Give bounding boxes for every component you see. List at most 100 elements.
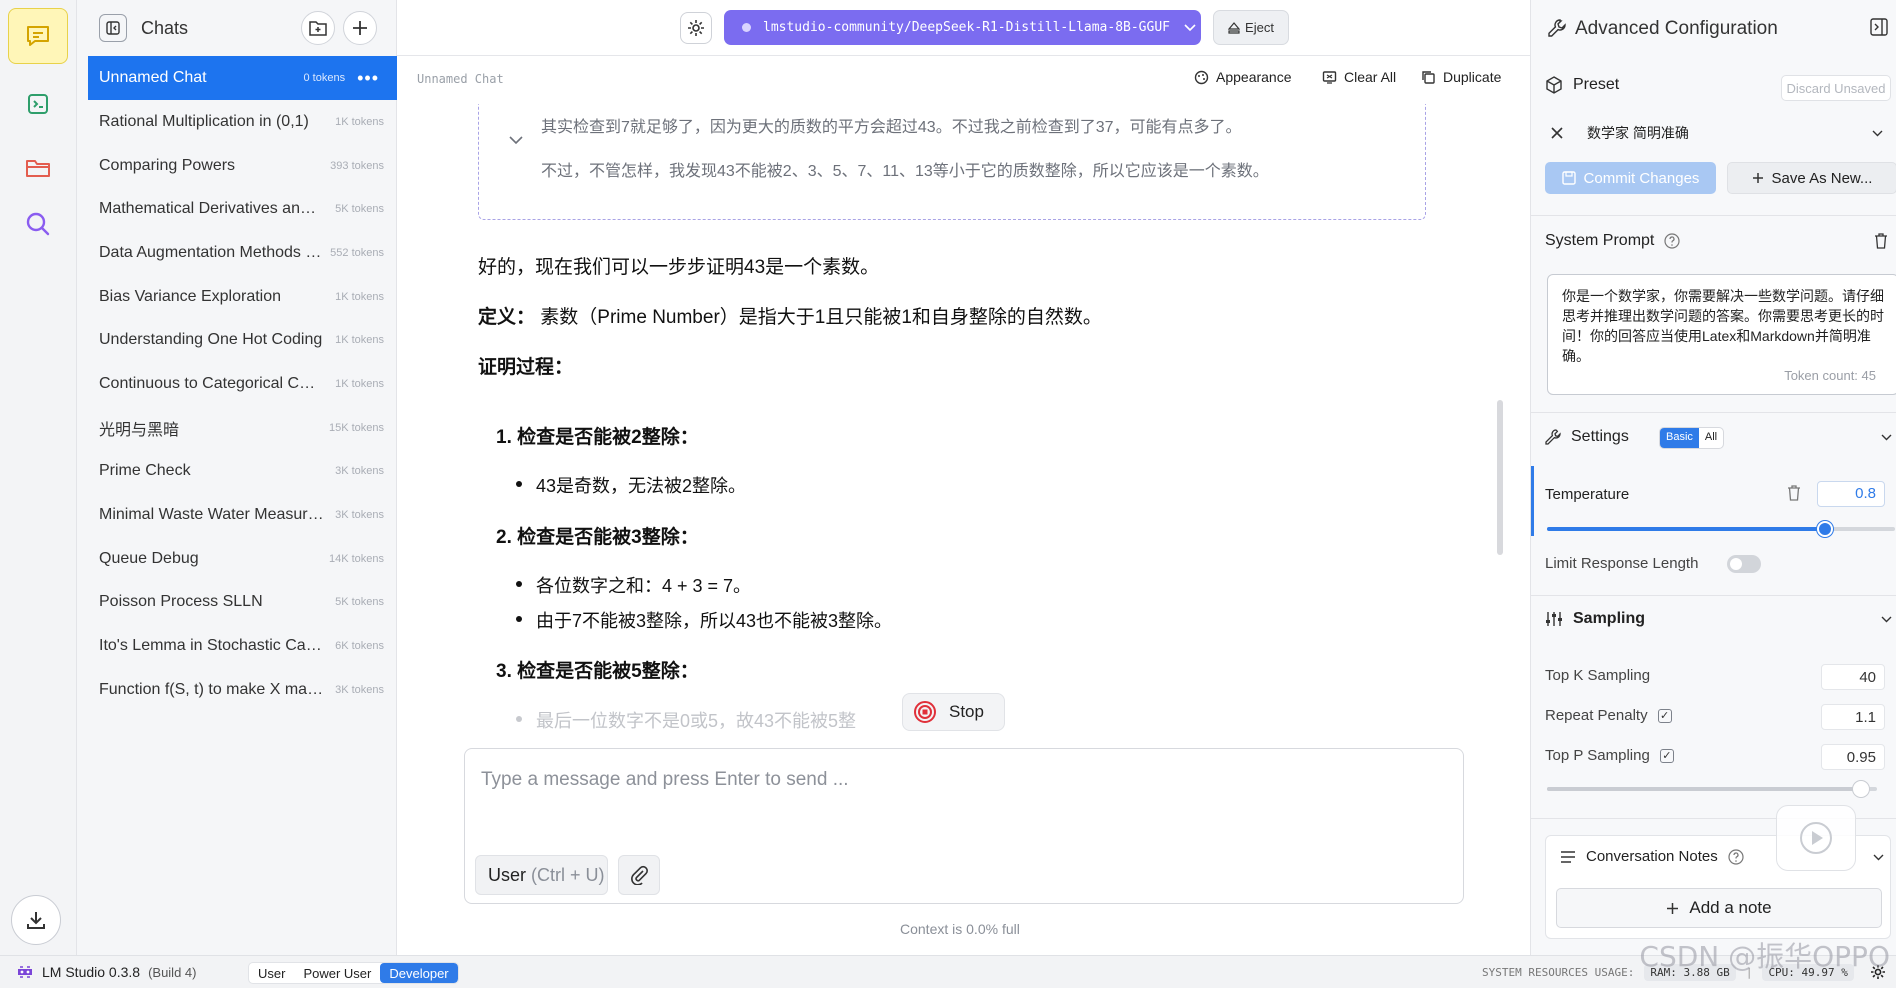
chevron-down-icon[interactable]: [1881, 434, 1892, 441]
chat-item[interactable]: Minimal Waste Water Measurement 3K tokens: [77, 493, 396, 537]
settings-mode-toggle[interactable]: Basic All: [1659, 427, 1725, 449]
chat-item-label: Understanding One Hot Coding: [99, 331, 323, 349]
sampling-header[interactable]: Sampling: [1545, 610, 1645, 628]
model-selector[interactable]: lmstudio-community/DeepSeek-R1-Distill-L…: [724, 10, 1201, 45]
trash-icon[interactable]: [1874, 233, 1888, 249]
add-note-button[interactable]: Add a note: [1556, 888, 1882, 928]
message-input[interactable]: Type a message and press Enter to send .…: [481, 769, 849, 791]
eject-label: Eject: [1245, 20, 1274, 35]
chevron-down-icon: [1872, 130, 1883, 136]
settings-header[interactable]: Settings: [1545, 428, 1629, 446]
lm-studio-logo-icon: [18, 966, 32, 978]
temperature-slider-knob[interactable]: [1817, 521, 1834, 537]
chat-item[interactable]: 光明与黑暗 15K tokens: [77, 406, 396, 450]
clear-chat-icon: [1322, 70, 1337, 84]
temperature-input[interactable]: 0.8: [1817, 481, 1885, 507]
chevron-down-icon[interactable]: [1873, 854, 1884, 861]
role-toggle-button[interactable]: User (Ctrl + U): [475, 855, 608, 895]
topp-input[interactable]: 0.95: [1821, 744, 1885, 770]
messages-scrollbar[interactable]: [1497, 400, 1503, 555]
commit-changes-button[interactable]: Commit Changes: [1545, 162, 1716, 194]
seg-basic[interactable]: Basic: [1660, 428, 1699, 448]
save-as-new-button[interactable]: Save As New...: [1727, 162, 1896, 194]
chevron-down-icon[interactable]: [509, 136, 523, 145]
topp-label: Top P Sampling: [1545, 747, 1650, 764]
preset-select[interactable]: 数学家 简明准确: [1575, 117, 1895, 149]
topk-input[interactable]: 40: [1821, 664, 1885, 690]
chat-item[interactable]: Data Augmentation Methods Overview 552 to…: [77, 231, 396, 275]
seg-all[interactable]: All: [1699, 428, 1723, 448]
proof-step: 2. 检查是否能被3整除：: [496, 527, 699, 548]
new-folder-button[interactable]: [301, 11, 335, 45]
chat-item-tokens: 1K tokens: [335, 115, 384, 128]
chat-item-label: Minimal Waste Water Measurement: [99, 506, 324, 524]
notes-label: Conversation Notes: [1586, 848, 1718, 865]
developer-mode-button[interactable]: [8, 76, 68, 132]
topp-slider-knob[interactable]: [1852, 781, 1869, 797]
divider: [1531, 412, 1896, 413]
new-chat-button[interactable]: [343, 11, 377, 45]
proof-heading: 证明过程：: [478, 352, 573, 379]
limit-length-toggle[interactable]: [1727, 555, 1761, 573]
help-icon[interactable]: [1728, 848, 1744, 865]
notes-header[interactable]: Conversation Notes: [1560, 848, 1744, 865]
trash-icon[interactable]: [1787, 485, 1801, 501]
temperature-slider[interactable]: [1547, 521, 1895, 537]
appearance-button[interactable]: Appearance: [1194, 69, 1292, 85]
downloads-button[interactable]: [11, 895, 61, 945]
chat-mode-button[interactable]: [8, 8, 68, 64]
message-composer[interactable]: Type a message and press Enter to send .…: [464, 748, 1464, 904]
chat-item[interactable]: Function f(S, t) to make X martingale 3K …: [77, 668, 396, 712]
temperature-slider-fill: [1547, 527, 1826, 531]
chat-item-tokens: 6K tokens: [335, 640, 384, 653]
repeat-penalty-label: Repeat Penalty: [1545, 707, 1648, 724]
close-panel-icon[interactable]: [1870, 18, 1888, 36]
chat-item[interactable]: Poisson Process SLLN 5K tokens: [77, 581, 396, 625]
chat-item[interactable]: Queue Debug 14K tokens: [77, 537, 396, 581]
discard-unsaved-button[interactable]: Discard Unsaved: [1781, 75, 1891, 101]
help-icon[interactable]: [1664, 233, 1680, 249]
chevron-down-icon[interactable]: [1881, 616, 1892, 623]
system-prompt-textarea[interactable]: 你是一个数学家，你需要解决一些数学问题。请仔细思考并推理出数学问题的答案。你需要…: [1547, 274, 1896, 395]
duplicate-button[interactable]: Duplicate: [1421, 69, 1501, 85]
ui-mode-switcher[interactable]: User Power User Developer: [248, 962, 459, 984]
stop-generation-button[interactable]: Stop: [902, 693, 1005, 731]
clear-all-button[interactable]: Clear All: [1322, 69, 1396, 85]
chat-item[interactable]: Ito's Lemma in Stochastic Calculus 6K tok…: [77, 624, 396, 668]
chat-item[interactable]: Continuous to Categorical Conversion 1K t…: [77, 362, 396, 406]
topp-slider[interactable]: [1547, 781, 1877, 797]
message-area[interactable]: 其实检查到7就足够了，因为更大的质数的平方会超过43。不过我之前检查到了37，可…: [460, 104, 1460, 738]
mode-user[interactable]: User: [249, 963, 294, 983]
chat-item[interactable]: Mathematical Derivatives and Application…: [77, 187, 396, 231]
repeat-penalty-input[interactable]: 1.1: [1821, 704, 1885, 730]
repeat-penalty-checkbox[interactable]: ✓: [1657, 708, 1672, 723]
save-icon: [1561, 171, 1576, 185]
more-options-icon[interactable]: •••: [357, 68, 379, 89]
chat-list: Unnamed Chat 0 tokens ••• Rational Multi…: [77, 56, 397, 712]
mode-developer[interactable]: Developer: [380, 963, 458, 983]
topp-checkbox[interactable]: ✓: [1659, 748, 1674, 763]
paperclip-icon: [631, 865, 648, 885]
close-icon[interactable]: [1551, 127, 1563, 139]
mode-power-user[interactable]: Power User: [294, 963, 380, 983]
chat-item[interactable]: Understanding One Hot Coding 1K tokens: [77, 318, 396, 362]
models-folder-button[interactable]: [8, 140, 68, 196]
chat-item[interactable]: Bias Variance Exploration 1K tokens: [77, 275, 396, 319]
attach-file-button[interactable]: [618, 855, 660, 895]
proof-bullet: 最后一位数字不是0或5，故43不能被5整: [515, 707, 856, 733]
eject-button[interactable]: Eject: [1213, 10, 1289, 45]
collapse-sidebar-button[interactable]: [99, 14, 127, 42]
discover-button[interactable]: [8, 196, 68, 252]
model-settings-button[interactable]: [680, 12, 712, 44]
chat-item[interactable]: Rational Multiplication in (0,1) 1K token…: [77, 100, 396, 144]
chat-item-unnamed[interactable]: Unnamed Chat 0 tokens •••: [88, 56, 397, 100]
chat-item[interactable]: Prime Check 3K tokens: [77, 450, 396, 494]
chat-item[interactable]: Comparing Powers 393 tokens: [77, 144, 396, 188]
thinking-block[interactable]: 其实检查到7就足够了，因为更大的质数的平方会超过43。不过我之前检查到了37，可…: [478, 104, 1426, 220]
save-as-label: Save As New...: [1771, 169, 1873, 187]
preset-label: Preset: [1573, 76, 1620, 93]
video-play-overlay[interactable]: [1776, 805, 1856, 871]
chat-item-tokens: 3K tokens: [335, 683, 384, 696]
chat-item-label: Queue Debug: [99, 549, 199, 567]
chat-name[interactable]: Unnamed Chat: [417, 72, 504, 86]
